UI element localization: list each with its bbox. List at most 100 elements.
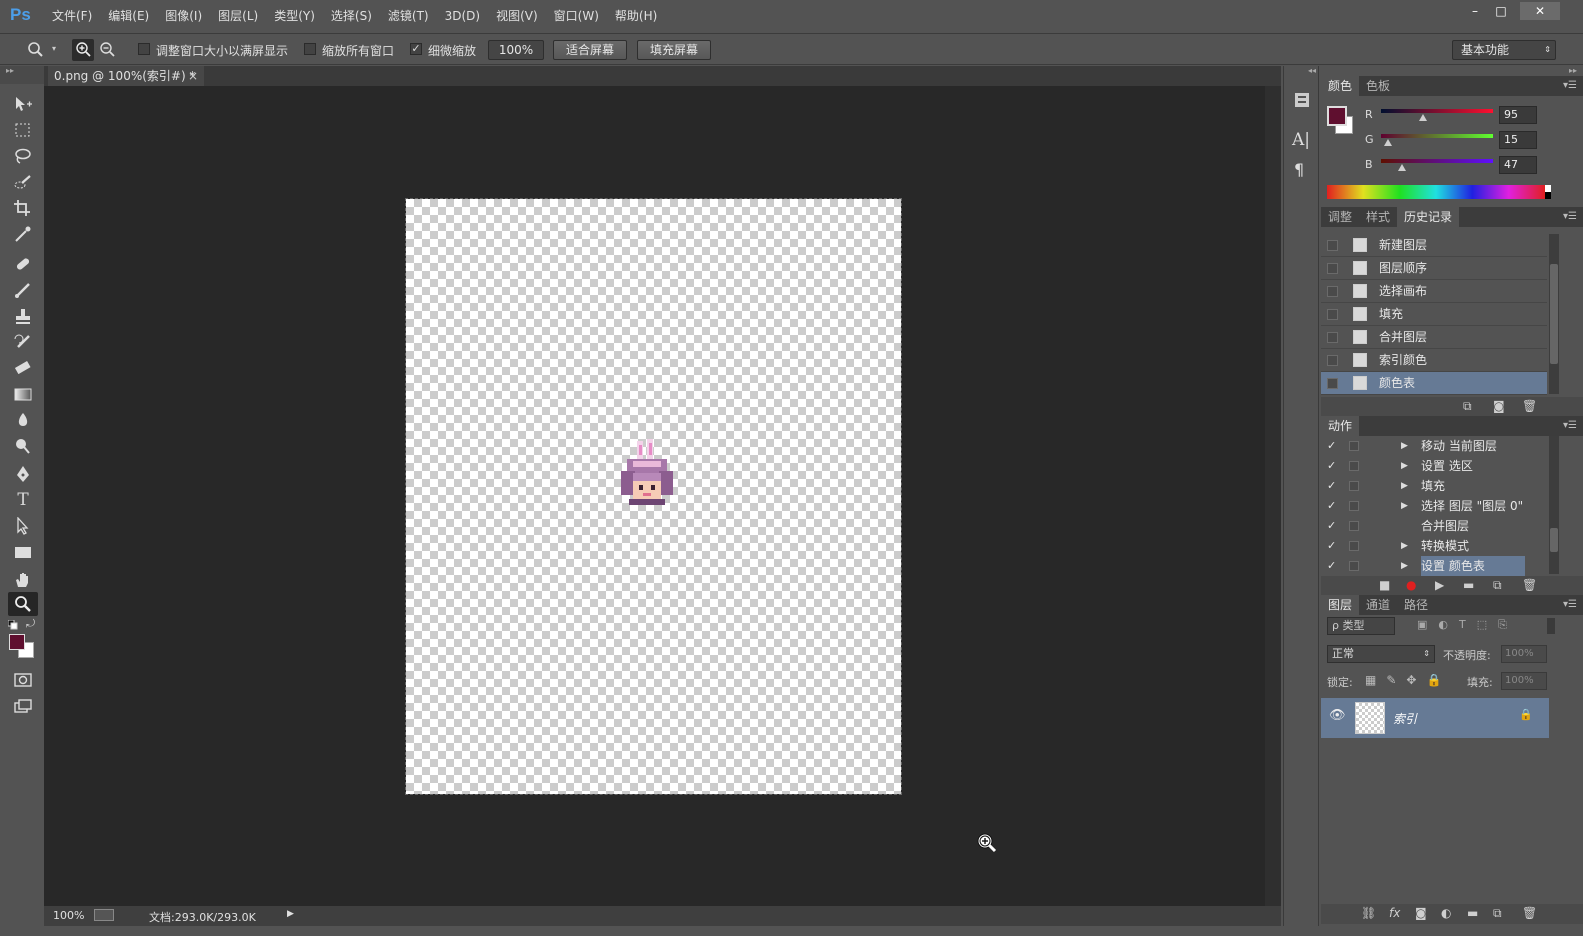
menu-select[interactable]: 选择(S) — [323, 0, 380, 32]
menu-layer[interactable]: 图层(L) — [210, 0, 266, 32]
swap-colors-icon[interactable]: ⤾ — [26, 617, 35, 631]
fill-field[interactable]: 100% — [1501, 672, 1547, 690]
eyedropper-tool-icon[interactable] — [8, 222, 38, 246]
tab-actions[interactable]: 动作 — [1321, 416, 1360, 436]
tab-history[interactable]: 历史记录 — [1397, 207, 1460, 227]
action-dialog-toggle[interactable] — [1349, 481, 1359, 491]
character-panel-icon[interactable]: A| — [1292, 130, 1310, 150]
foreground-color-swatch[interactable] — [9, 634, 25, 650]
tab-channels[interactable]: 通道 — [1359, 595, 1397, 615]
green-slider-thumb[interactable] — [1383, 139, 1392, 146]
history-item[interactable]: 选择画布 — [1321, 280, 1547, 303]
menu-window[interactable]: 窗口(W) — [546, 0, 607, 32]
red-slider[interactable] — [1381, 109, 1493, 113]
action-dialog-toggle[interactable] — [1349, 521, 1359, 531]
marquee-tool-icon[interactable] — [8, 118, 38, 142]
workspace-select[interactable]: 基本功能 ⇕ — [1452, 40, 1556, 60]
action-item[interactable]: ✓ ▶ 转换模式 — [1321, 536, 1547, 556]
action-item[interactable]: ✓ ▶ 设置 选区 — [1321, 456, 1547, 476]
preset-dropdown-icon[interactable]: ▾ — [52, 44, 56, 53]
filter-toggle[interactable] — [1547, 618, 1555, 634]
layer-name[interactable]: 索引 — [1393, 710, 1417, 727]
brush-tool-icon[interactable] — [8, 278, 38, 302]
expand-arrow-icon[interactable]: ▶ — [1401, 496, 1408, 516]
status-menu-arrow-icon[interactable]: ▶ — [287, 909, 294, 919]
actions-panel-menu-icon[interactable]: ▾☰ — [1563, 416, 1577, 436]
panels-expand-arrow-icon[interactable]: ▸▸ — [1569, 66, 1577, 75]
menu-view[interactable]: 视图(V) — [488, 0, 546, 32]
zoom-tool-preset-icon[interactable] — [26, 40, 48, 60]
canvas[interactable] — [405, 198, 902, 795]
properties-panel-icon[interactable] — [1292, 90, 1312, 110]
layer-filter-icons[interactable]: ▣◐T⬚⎘ — [1417, 618, 1518, 632]
blue-slider[interactable] — [1381, 159, 1493, 163]
stop-recording-icon[interactable]: ■ — [1379, 578, 1390, 592]
history-brush-tool-icon[interactable] — [8, 330, 38, 354]
move-tool-icon[interactable] — [8, 92, 38, 116]
tab-styles[interactable]: 样式 — [1359, 207, 1397, 227]
status-zoom[interactable]: 100% — [53, 909, 84, 922]
color-panel-foreground-swatch[interactable] — [1327, 106, 1347, 126]
pen-tool-icon[interactable] — [8, 462, 38, 486]
zoom-tool-icon[interactable] — [8, 592, 38, 616]
color-spectrum-ramp[interactable] — [1327, 185, 1551, 199]
action-dialog-toggle[interactable] — [1349, 561, 1359, 571]
green-value[interactable]: 15 — [1499, 131, 1537, 149]
zoom-in-mode-icon[interactable] — [72, 39, 94, 61]
history-scrollbar[interactable] — [1549, 234, 1559, 394]
zoom-value-field[interactable]: 100% — [488, 40, 544, 60]
action-enabled-check-icon[interactable]: ✓ — [1327, 536, 1336, 556]
add-mask-icon[interactable]: ◙ — [1415, 906, 1427, 920]
history-item[interactable]: 图层顺序 — [1321, 257, 1547, 280]
color-panel-menu-icon[interactable]: ▾☰ — [1563, 76, 1577, 96]
zoom-out-mode-icon[interactable] — [96, 39, 118, 61]
action-dialog-toggle[interactable] — [1349, 461, 1359, 471]
red-slider-thumb[interactable] — [1418, 114, 1427, 121]
action-enabled-check-icon[interactable]: ✓ — [1327, 476, 1336, 496]
history-source-checkbox[interactable] — [1327, 378, 1338, 389]
history-panel-menu-icon[interactable]: ▾☰ — [1563, 207, 1577, 227]
maximize-button[interactable]: □ — [1486, 2, 1516, 20]
path-selection-tool-icon[interactable] — [8, 514, 38, 538]
history-source-checkbox[interactable] — [1327, 309, 1338, 320]
action-item[interactable]: ✓ 合并图层 — [1321, 516, 1547, 536]
menu-file[interactable]: 文件(F) — [44, 0, 100, 32]
collapse-arrow-icon[interactable]: ◂◂ — [1288, 66, 1316, 75]
new-action-icon[interactable]: ⧉ — [1493, 578, 1502, 593]
eraser-tool-icon[interactable] — [8, 356, 38, 380]
green-slider[interactable] — [1381, 134, 1493, 138]
blend-mode-select[interactable]: 正常 ⇕ — [1327, 645, 1435, 663]
crop-tool-icon[interactable] — [8, 196, 38, 220]
menu-edit[interactable]: 编辑(E) — [100, 0, 157, 32]
action-enabled-check-icon[interactable]: ✓ — [1327, 516, 1336, 536]
zoom-all-windows-checkbox[interactable] — [304, 43, 316, 55]
history-source-checkbox[interactable] — [1327, 286, 1338, 297]
tab-swatches[interactable]: 色板 — [1359, 76, 1397, 96]
history-source-checkbox[interactable] — [1327, 332, 1338, 343]
gradient-tool-icon[interactable] — [8, 382, 38, 406]
lock-icons[interactable]: ▦✎✥🔒 — [1365, 673, 1451, 687]
menu-filter[interactable]: 滤镜(T) — [380, 0, 437, 32]
expand-arrow-icon[interactable]: ▶ — [1401, 536, 1408, 556]
action-item[interactable]: ✓ ▶ 填充 — [1321, 476, 1547, 496]
fill-screen-button[interactable]: 填充屏幕 — [637, 40, 711, 60]
action-item[interactable]: ✓ ▶ 移动 当前图层 — [1321, 436, 1547, 456]
healing-brush-tool-icon[interactable] — [8, 252, 38, 276]
new-layer-icon[interactable]: ⧉ — [1493, 906, 1502, 921]
record-icon[interactable]: ● — [1406, 578, 1416, 592]
menu-help[interactable]: 帮助(H) — [607, 0, 665, 32]
type-tool-icon[interactable]: T — [8, 488, 38, 512]
history-item-selected[interactable]: 颜色表 — [1321, 372, 1547, 395]
delete-action-icon[interactable]: 🗑 — [1522, 578, 1537, 592]
blue-value[interactable]: 47 — [1499, 156, 1537, 174]
history-item[interactable]: 填充 — [1321, 303, 1547, 326]
delete-layer-icon[interactable]: 🗑 — [1522, 906, 1537, 920]
rectangle-tool-icon[interactable] — [8, 540, 38, 564]
blur-tool-icon[interactable] — [8, 408, 38, 432]
history-item[interactable]: 合并图层 — [1321, 326, 1547, 349]
menu-image[interactable]: 图像(I) — [157, 0, 210, 32]
action-enabled-check-icon[interactable]: ✓ — [1327, 436, 1336, 456]
history-source-checkbox[interactable] — [1327, 263, 1338, 274]
layer-style-fx-icon[interactable]: fx — [1389, 906, 1400, 920]
snapshot-camera-icon[interactable]: ◙ — [1493, 399, 1505, 413]
